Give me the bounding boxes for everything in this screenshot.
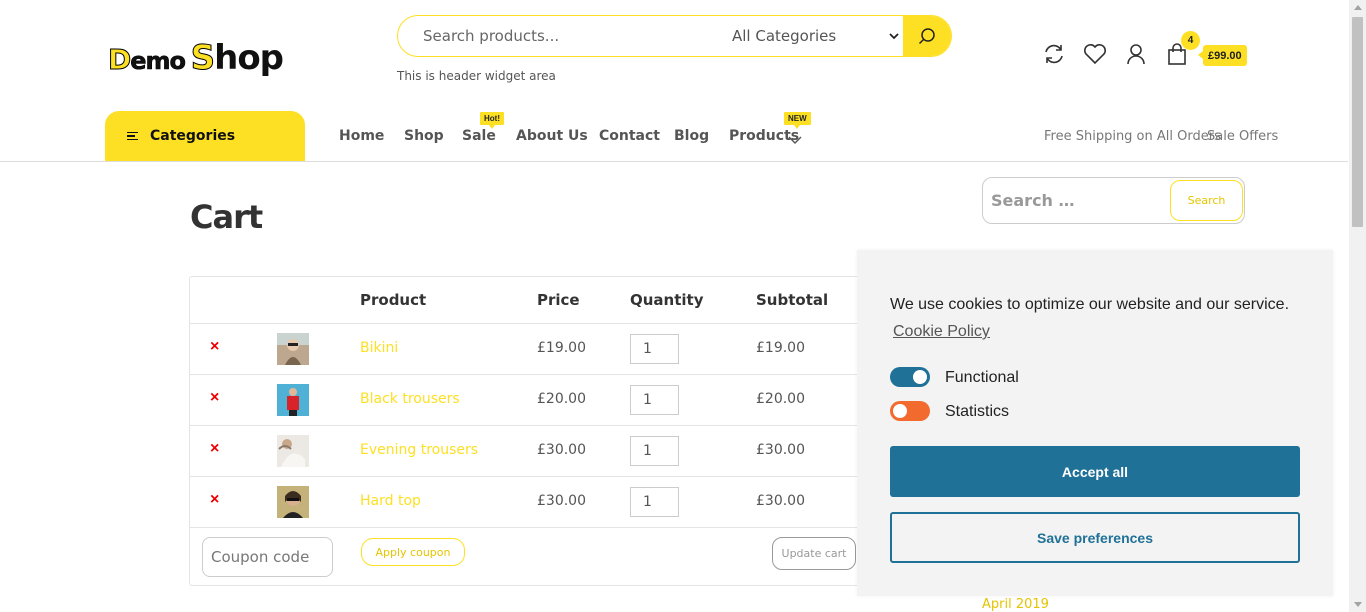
nav-divider bbox=[0, 161, 1348, 162]
category-select[interactable]: All Categories bbox=[718, 16, 903, 56]
nav-sale[interactable]: Sale bbox=[462, 128, 496, 144]
sidebar-search-button[interactable]: Search bbox=[1170, 180, 1243, 221]
product-link-bikini[interactable]: Bikini bbox=[360, 340, 398, 356]
nav-contact[interactable]: Contact bbox=[599, 128, 660, 144]
statistics-toggle[interactable] bbox=[890, 401, 930, 421]
page-title: Cart bbox=[190, 198, 263, 236]
statistics-label: Statistics bbox=[945, 403, 1010, 420]
scroll-up-arrow[interactable] bbox=[1354, 5, 1362, 10]
nav-sale-offers[interactable]: Sale Offers bbox=[1207, 129, 1278, 144]
nav-blog[interactable]: Blog bbox=[674, 128, 709, 144]
product-subtotal: £19.00 bbox=[756, 340, 805, 356]
functional-toggle[interactable] bbox=[890, 367, 930, 387]
quantity-input[interactable]: 1 bbox=[630, 385, 679, 415]
product-search-button[interactable] bbox=[903, 16, 951, 56]
nav-about-us[interactable]: About Us bbox=[516, 128, 588, 144]
product-subtotal: £20.00 bbox=[756, 391, 805, 407]
remove-item-button[interactable]: × bbox=[210, 491, 219, 509]
scroll-down-arrow[interactable] bbox=[1354, 602, 1362, 607]
column-header-price: Price bbox=[537, 291, 580, 309]
product-subtotal: £30.00 bbox=[756, 493, 805, 509]
product-thumbnail[interactable] bbox=[277, 435, 309, 467]
product-link-black-trousers[interactable]: Black trousers bbox=[360, 391, 460, 407]
wishlist-button[interactable] bbox=[1083, 42, 1107, 66]
quantity-input[interactable]: 1 bbox=[630, 487, 679, 517]
product-price: £19.00 bbox=[537, 340, 586, 356]
user-icon bbox=[1127, 44, 1145, 65]
logo-shop-text: Shop bbox=[190, 38, 284, 79]
product-subtotal: £30.00 bbox=[756, 442, 805, 458]
new-badge: NEW bbox=[784, 112, 811, 129]
product-price: £20.00 bbox=[537, 391, 586, 407]
quantity-input[interactable]: 1 bbox=[630, 436, 679, 466]
categories-menu-button[interactable]: Categories bbox=[105, 111, 305, 161]
menu-icon bbox=[127, 130, 138, 143]
header-widget-text: This is header widget area bbox=[397, 69, 556, 83]
sidebar-search: Search bbox=[982, 177, 1245, 224]
nav-shop[interactable]: Shop bbox=[404, 128, 444, 144]
cart-count-badge: 4 bbox=[1181, 31, 1200, 50]
product-thumbnail[interactable] bbox=[277, 333, 309, 365]
chevron-down-icon bbox=[788, 131, 802, 149]
scrollbar-thumb[interactable] bbox=[1352, 17, 1363, 227]
site-logo[interactable]: Demo Shop bbox=[107, 38, 284, 79]
apply-coupon-button[interactable]: Apply coupon bbox=[361, 538, 465, 566]
remove-item-button[interactable]: × bbox=[210, 338, 219, 356]
functional-label: Functional bbox=[945, 369, 1019, 386]
product-search-bar: All Categories bbox=[397, 15, 952, 57]
product-link-hard-top[interactable]: Hard top bbox=[360, 493, 421, 509]
hot-badge: Hot! bbox=[480, 112, 504, 129]
refresh-icon bbox=[1045, 44, 1063, 64]
cookie-consent-banner: We use cookies to optimize our website a… bbox=[857, 250, 1333, 596]
table-row: × Hard top £30.00 1 £30.00 bbox=[190, 476, 868, 527]
cart-total-badge[interactable]: £99.00 bbox=[1198, 45, 1247, 66]
category-select-value: All Categories bbox=[732, 27, 837, 45]
logo-demo-text: Demo bbox=[107, 43, 186, 77]
cookie-policy-link[interactable]: Cookie Policy bbox=[893, 323, 990, 341]
nav-free-shipping[interactable]: Free Shipping on All Orders bbox=[1044, 129, 1221, 144]
sidebar-search-input[interactable] bbox=[983, 191, 1168, 210]
product-search-input[interactable] bbox=[398, 16, 718, 56]
coupon-code-input[interactable]: Coupon code bbox=[202, 537, 333, 577]
archive-link-april-2019[interactable]: April 2019 bbox=[982, 597, 1049, 612]
product-thumbnail[interactable] bbox=[277, 486, 309, 518]
nav-home[interactable]: Home bbox=[339, 128, 384, 144]
product-price: £30.00 bbox=[537, 493, 586, 509]
remove-item-button[interactable]: × bbox=[210, 440, 219, 458]
cookie-message: We use cookies to optimize our website a… bbox=[890, 296, 1290, 313]
quantity-input[interactable]: 1 bbox=[630, 334, 679, 364]
remove-item-button[interactable]: × bbox=[210, 389, 219, 407]
column-header-subtotal: Subtotal bbox=[756, 291, 829, 309]
compare-button[interactable] bbox=[1042, 42, 1066, 66]
update-cart-button[interactable]: Update cart bbox=[772, 537, 856, 570]
table-row: × Bikini £19.00 1 £19.00 bbox=[190, 323, 868, 374]
search-icon bbox=[918, 28, 935, 45]
product-price: £30.00 bbox=[537, 442, 586, 458]
column-header-product: Product bbox=[360, 291, 427, 309]
account-button[interactable] bbox=[1124, 42, 1148, 66]
product-link-evening-trousers[interactable]: Evening trousers bbox=[360, 442, 478, 458]
column-header-quantity: Quantity bbox=[630, 291, 704, 309]
accept-all-button[interactable]: Accept all bbox=[890, 446, 1300, 497]
product-thumbnail[interactable] bbox=[277, 384, 309, 416]
table-row: × Evening trousers £30.00 1 £30.00 bbox=[190, 425, 868, 476]
chevron-down-icon bbox=[889, 30, 899, 43]
cart-table: Product Price Quantity Subtotal × Bikini… bbox=[189, 276, 869, 586]
heart-icon bbox=[1084, 44, 1106, 65]
table-row: × Black trousers £20.00 1 £20.00 bbox=[190, 374, 868, 425]
categories-label: Categories bbox=[150, 128, 236, 144]
page-scrollbar[interactable] bbox=[1349, 0, 1366, 612]
save-preferences-button[interactable]: Save preferences bbox=[890, 512, 1300, 563]
